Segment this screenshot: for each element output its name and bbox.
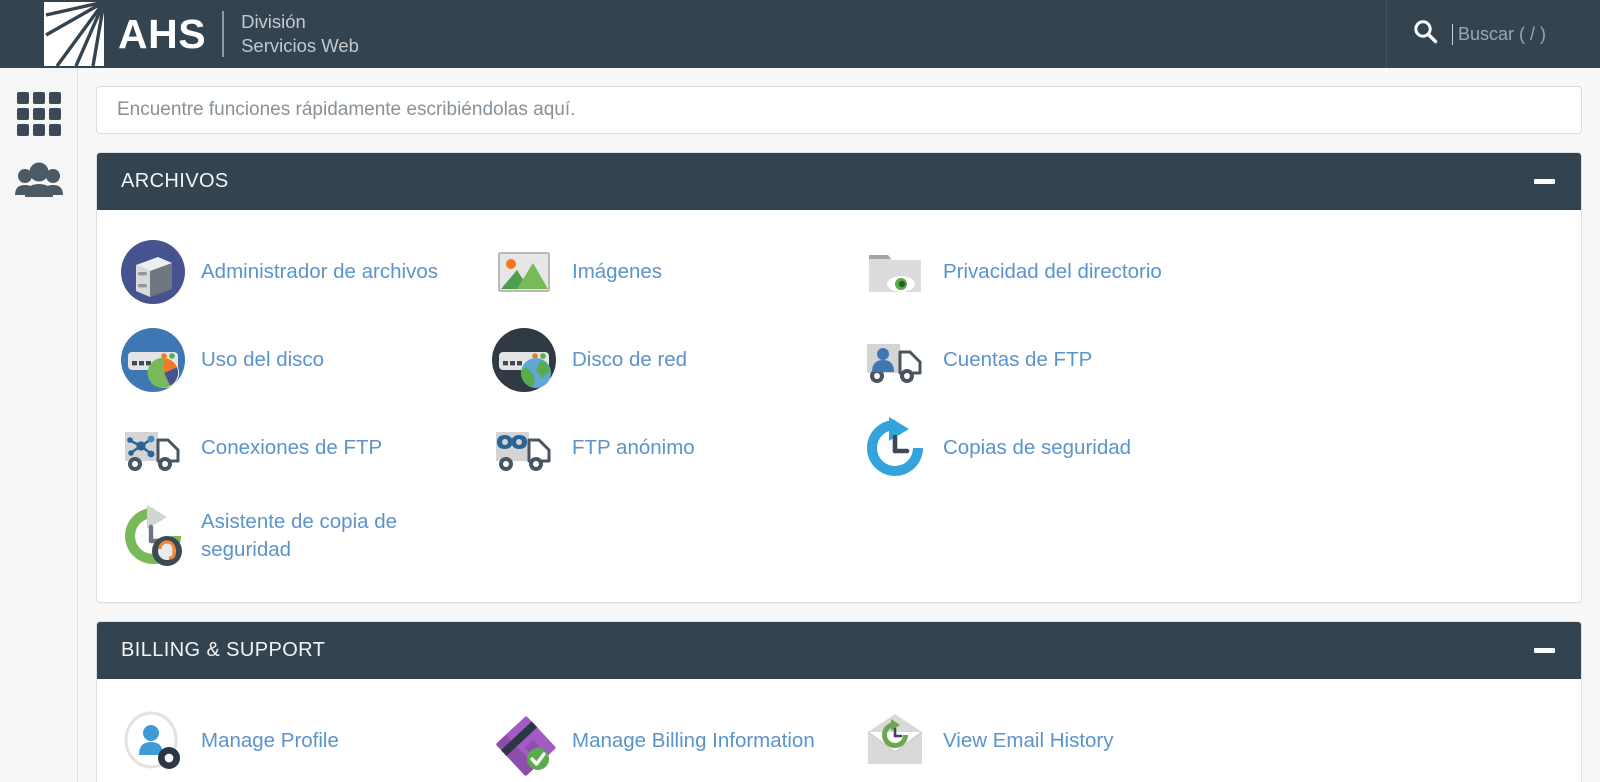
brand-subtitle: División Servicios Web xyxy=(241,10,359,59)
panel-archivos-tile-grid: Administrador de archivos Imágenes Priva… xyxy=(97,228,1581,580)
tile-backup-wizard[interactable]: Asistente de copia de seguridad xyxy=(97,492,468,580)
tile-label: Administrador de archivos xyxy=(201,259,438,283)
tile-file-manager[interactable]: Administrador de archivos xyxy=(97,228,468,316)
tile-label: Copias de seguridad xyxy=(943,435,1132,459)
panel-archivos-title: ARCHIVOS xyxy=(121,170,229,192)
search-icon xyxy=(1413,19,1438,49)
main-content: ARCHIVOS Administr xyxy=(78,68,1600,782)
disk-usage-icon xyxy=(119,326,187,394)
tile-label: Disco de red xyxy=(572,347,688,371)
tile-images[interactable]: Imágenes xyxy=(468,228,839,316)
manage-profile-icon xyxy=(119,707,187,775)
panel-billing-support-header: BILLING & SUPPORT xyxy=(97,622,1581,679)
tile-label: FTP anónimo xyxy=(572,435,695,459)
tile-empty-slot xyxy=(1210,404,1581,492)
tile-empty-slot xyxy=(1210,697,1581,782)
images-icon xyxy=(490,238,558,306)
left-sidebar-rail xyxy=(0,68,78,782)
tile-label: Manage Billing Information xyxy=(572,728,815,752)
panel-billing-support-collapse-button[interactable] xyxy=(1531,638,1557,664)
feature-finder-wrap xyxy=(78,68,1600,134)
tile-label: Imágenes xyxy=(572,259,663,283)
search-text-caret xyxy=(1452,23,1453,45)
tile-disk-usage[interactable]: Uso del disco xyxy=(97,316,468,404)
top-header-bar: AHS División Servicios Web Buscar ( / ) xyxy=(0,0,1600,68)
tile-empty-slot xyxy=(1210,316,1581,404)
panel-billing-support: BILLING & SUPPORT Manage Profile Manage … xyxy=(96,621,1582,782)
tile-manage-profile[interactable]: Manage Profile xyxy=(97,697,468,782)
ahs-rays-logo-icon xyxy=(44,2,104,66)
email-history-icon xyxy=(861,707,929,775)
tile-label: Conexiones de FTP xyxy=(201,435,383,459)
anonymous-ftp-icon xyxy=(490,414,558,482)
tile-ftp-accounts[interactable]: Cuentas de FTP xyxy=(839,316,1210,404)
feature-finder-input[interactable] xyxy=(96,86,1582,134)
tile-empty-slot xyxy=(1210,228,1581,316)
tile-label: Asistente de copia de seguridad xyxy=(201,509,398,561)
tile-web-disk[interactable]: Disco de red xyxy=(468,316,839,404)
ftp-connections-icon xyxy=(119,414,187,482)
tile-label: Cuentas de FTP xyxy=(943,347,1093,371)
users-group-icon xyxy=(14,161,64,204)
tile-backup[interactable]: Copias de seguridad xyxy=(839,404,1210,492)
panel-archivos-body: Administrador de archivos Imágenes Priva… xyxy=(97,210,1581,602)
backup-icon xyxy=(861,414,929,482)
web-disk-icon xyxy=(490,326,558,394)
tile-ftp-connections[interactable]: Conexiones de FTP xyxy=(97,404,468,492)
panel-archivos-collapse-button[interactable] xyxy=(1531,169,1557,195)
brand-abbreviation: AHS xyxy=(118,10,207,57)
directory-privacy-icon xyxy=(861,238,929,306)
tile-view-email-history[interactable]: View Email History xyxy=(839,697,1210,782)
panel-billing-support-tile-grid: Manage Profile Manage Billing Informatio… xyxy=(97,697,1581,782)
tile-label: Privacidad del directorio xyxy=(943,259,1162,283)
panel-archivos-header: ARCHIVOS xyxy=(97,153,1581,210)
apps-grid-icon xyxy=(17,92,61,136)
header-search[interactable]: Buscar ( / ) xyxy=(1386,0,1600,68)
search-placeholder-text: Buscar ( / ) xyxy=(1458,23,1547,44)
tile-label: View Email History xyxy=(943,728,1114,752)
tile-label: Manage Profile xyxy=(201,728,339,752)
ftp-accounts-icon xyxy=(861,326,929,394)
sidebar-item-apps-grid[interactable] xyxy=(0,80,78,148)
brand-subtitle-line2: Servicios Web xyxy=(241,35,359,56)
brand-subtitle-line1: División xyxy=(241,10,306,32)
tile-label: Uso del disco xyxy=(201,347,325,371)
file-manager-icon xyxy=(119,238,187,306)
panel-archivos: ARCHIVOS Administrador de archivos Imáge… xyxy=(96,152,1582,603)
sidebar-item-user-manager[interactable] xyxy=(0,148,78,216)
tile-manage-billing-information[interactable]: Manage Billing Information xyxy=(468,697,839,782)
billing-card-icon xyxy=(490,707,558,776)
tile-anonymous-ftp[interactable]: FTP anónimo xyxy=(468,404,839,492)
panel-billing-support-title: BILLING & SUPPORT xyxy=(121,639,326,661)
brand-logo[interactable]: AHS División Servicios Web xyxy=(44,0,359,68)
brand-divider xyxy=(222,11,225,57)
backup-wizard-icon xyxy=(119,502,187,570)
panel-billing-support-body: Manage Profile Manage Billing Informatio… xyxy=(97,679,1581,782)
tile-directory-privacy[interactable]: Privacidad del directorio xyxy=(839,228,1210,316)
